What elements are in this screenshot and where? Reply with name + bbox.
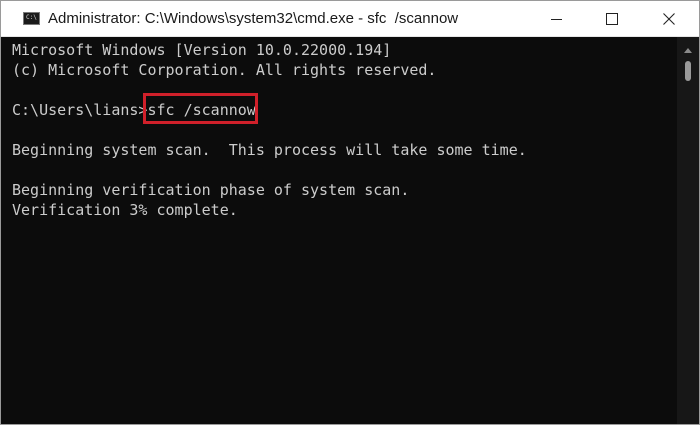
minimize-icon bbox=[551, 19, 562, 20]
window-title: Administrator: C:\Windows\system32\cmd.e… bbox=[48, 10, 459, 27]
console-output[interactable]: Microsoft Windows [Version 10.0.22000.19… bbox=[1, 37, 677, 424]
progress-line: Verification 3% complete. bbox=[12, 201, 238, 219]
command-highlight-box bbox=[143, 93, 258, 124]
maximize-icon bbox=[606, 13, 618, 25]
cmd-icon[interactable]: C:\ bbox=[23, 12, 40, 25]
minimize-button[interactable] bbox=[528, 1, 584, 37]
close-button[interactable] bbox=[641, 1, 697, 37]
scrollbar-thumb[interactable] bbox=[685, 61, 691, 81]
console-line: Beginning verification phase of system s… bbox=[12, 181, 410, 199]
cmd-icon-glyph: C:\ bbox=[26, 14, 37, 21]
console-line: Beginning system scan. This process will… bbox=[12, 141, 527, 159]
scroll-up-arrow-icon[interactable] bbox=[684, 48, 692, 53]
console-line: (c) Microsoft Corporation. All rights re… bbox=[12, 61, 437, 79]
vertical-scrollbar[interactable] bbox=[677, 37, 699, 424]
title-bar[interactable]: C:\ Administrator: C:\Windows\system32\c… bbox=[1, 1, 699, 37]
maximize-button[interactable] bbox=[584, 1, 640, 37]
console-line: Microsoft Windows [Version 10.0.22000.19… bbox=[12, 41, 392, 59]
command-prompt-window: C:\ Administrator: C:\Windows\system32\c… bbox=[0, 0, 700, 425]
close-icon bbox=[663, 13, 675, 25]
